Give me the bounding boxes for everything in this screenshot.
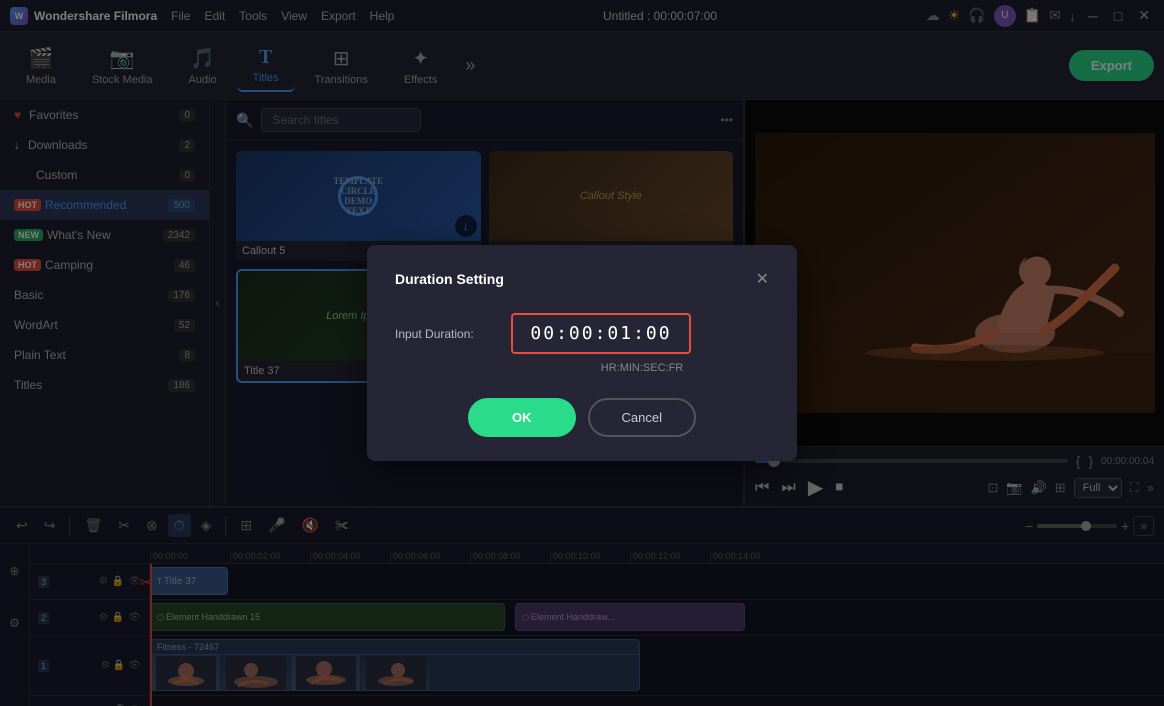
dialog-cancel-btn[interactable]: Cancel — [588, 398, 696, 437]
dialog-actions: OK Cancel — [395, 398, 769, 437]
duration-input[interactable] — [511, 313, 691, 354]
dialog-header: Duration Setting ✕ — [395, 269, 769, 289]
dialog-title: Duration Setting — [395, 271, 504, 287]
dialog-input-label: Input Duration: — [395, 327, 495, 341]
dialog-input-row: Input Duration: — [395, 313, 769, 354]
dialog-overlay: Duration Setting ✕ Input Duration: HR:MI… — [0, 0, 1164, 706]
dialog-ok-btn[interactable]: OK — [468, 398, 576, 437]
duration-dialog: Duration Setting ✕ Input Duration: HR:MI… — [367, 245, 797, 461]
dialog-hint: HR:MIN:SEC:FR — [515, 362, 769, 374]
dialog-close-btn[interactable]: ✕ — [756, 269, 769, 289]
